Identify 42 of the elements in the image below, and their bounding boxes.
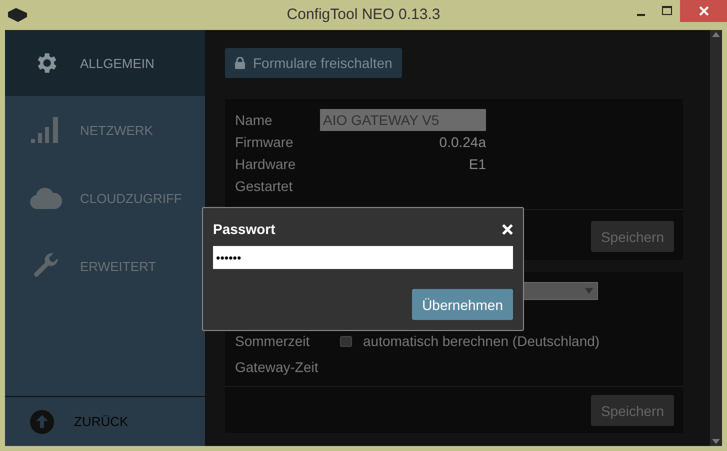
password-field[interactable]: •••••• (213, 246, 513, 269)
unlock-forms-button[interactable]: Formulare freischalten (225, 48, 402, 78)
field-label: Name (235, 112, 274, 128)
scrollbar[interactable] (710, 30, 722, 446)
sidebar-item-label: ALLGEMEIN (80, 56, 154, 70)
lock-icon (235, 57, 245, 69)
apply-button[interactable]: Übernehmen (412, 289, 513, 320)
close-button[interactable] (680, 0, 727, 22)
cloud-icon (30, 187, 62, 209)
scroll-up-icon[interactable] (712, 32, 720, 37)
field-label: Firmware (235, 134, 294, 150)
minimize-icon (637, 14, 645, 16)
field-label: Gateway-Zeit (235, 359, 320, 375)
dialog-title: Passwort (213, 221, 276, 237)
sidebar-item[interactable]: ERWEITERT (5, 232, 205, 300)
field-label: Hardware (235, 156, 297, 172)
close-icon[interactable] (502, 224, 513, 234)
checkbox[interactable] (340, 336, 352, 346)
sidebar-item[interactable]: NETZWERK (5, 96, 205, 164)
wrench-icon (32, 252, 60, 280)
maximize-icon (662, 6, 672, 16)
field-label: Sommerzeit (235, 333, 311, 349)
field-value: E1 (468, 156, 486, 172)
sidebar-item-label: NETZWERK (80, 122, 153, 138)
checkbox-label: automatisch berechnen (Deutschland) (363, 333, 600, 349)
save-button[interactable]: Speichern (590, 221, 674, 252)
caret-icon (585, 288, 593, 294)
sidebar-item-label: CLOUDZUGRIFF (80, 190, 182, 206)
back-label: ZURÜCK (74, 414, 128, 429)
sidebar-item-label: ERWEITERT (80, 258, 156, 274)
field-label: Gestartet (235, 178, 294, 194)
back-item[interactable]: ZURÜCK (5, 396, 205, 446)
window-title: ConfigTool NEO 0.13.3 (286, 6, 440, 23)
close-icon (698, 6, 708, 16)
field-value: 0.0.24a (438, 134, 486, 150)
name-field[interactable]: AIO GATEWAY V5 (320, 109, 486, 131)
sidebar-item[interactable]: CLOUDZUGRIFF (5, 164, 205, 232)
app-icon (6, 8, 28, 22)
save-button[interactable]: Speichern (590, 395, 674, 426)
sidebar-item[interactable]: ALLGEMEIN (5, 30, 205, 96)
scroll-down-icon[interactable] (712, 439, 720, 444)
signal-bars-icon (30, 117, 60, 143)
